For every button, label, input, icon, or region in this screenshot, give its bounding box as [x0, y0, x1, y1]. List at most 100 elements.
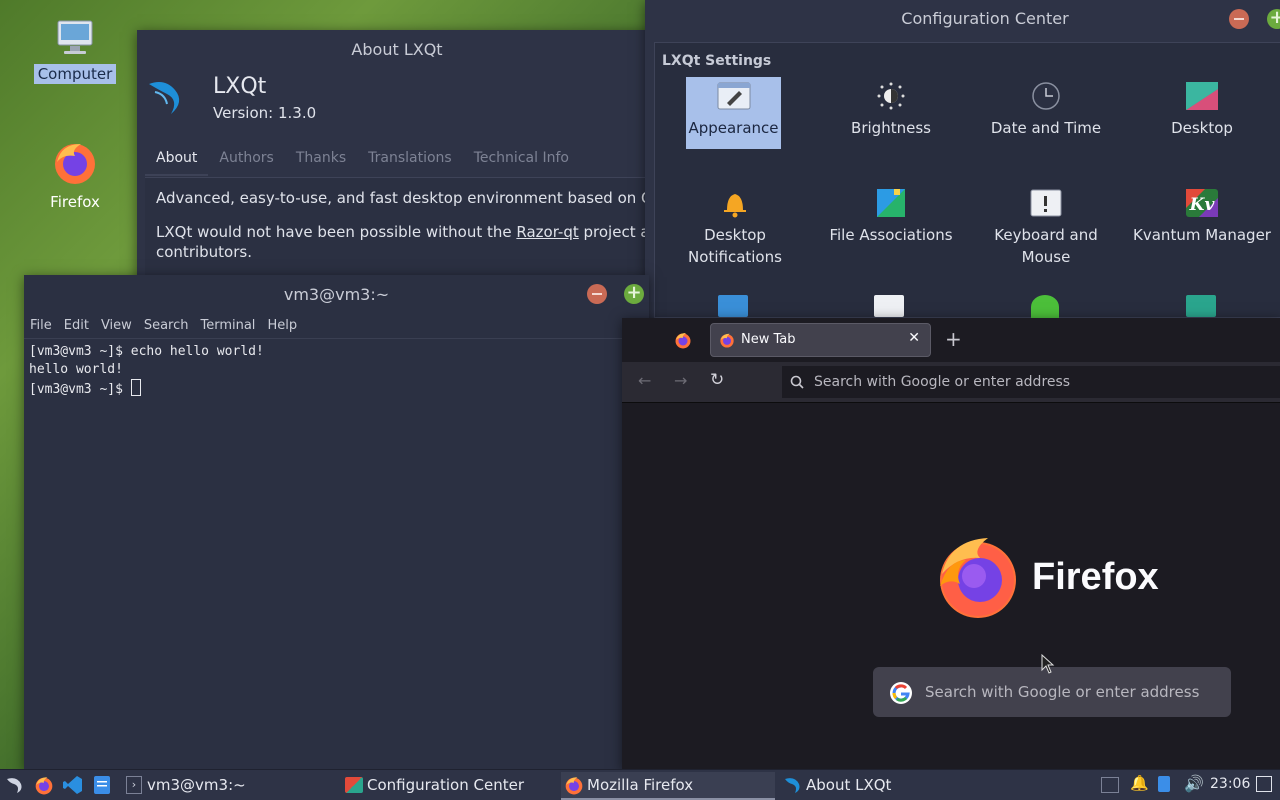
- appearance-icon: [717, 81, 751, 115]
- vscode-launcher-icon[interactable]: [63, 775, 83, 795]
- window-title: vm3@vm3:~: [283, 285, 390, 304]
- settings-item-label: Appearance: [688, 119, 779, 137]
- lxqt-icon: [785, 778, 800, 793]
- menubar: File Edit View Search Terminal Help: [24, 314, 649, 339]
- tab-translations[interactable]: Translations: [357, 142, 463, 176]
- about-credits: LXQt would not have been possible withou…: [156, 223, 657, 261]
- svg-text:Kv: Kv: [1189, 195, 1216, 215]
- menu-help[interactable]: Help: [261, 314, 303, 338]
- taskbar-task-firefox[interactable]: Mozilla Firefox: [561, 772, 775, 800]
- desktop-icon-firefox[interactable]: Firefox: [30, 138, 120, 212]
- firefox-icon: [565, 777, 583, 795]
- settings-item-brightness[interactable]: Brightness: [813, 81, 969, 139]
- new-tab-button[interactable]: +: [945, 327, 962, 351]
- settings-item-desktop-notifications[interactable]: Desktop Notifications: [657, 188, 813, 268]
- terminal-icon: ›: [126, 776, 142, 794]
- tab-authors[interactable]: Authors: [208, 142, 284, 176]
- network-icon[interactable]: [1101, 777, 1119, 793]
- taskbar-task-label: vm3@vm3:~: [147, 776, 246, 794]
- terminal-line: [vm3@vm3 ~]$ echo hello world!: [29, 344, 264, 359]
- menu-search[interactable]: Search: [138, 314, 195, 338]
- show-desktop-icon[interactable]: [1256, 776, 1272, 792]
- menu-terminal[interactable]: Terminal: [194, 314, 261, 338]
- about-content: Advanced, easy-to-use, and fast desktop …: [145, 177, 657, 290]
- minimize-button[interactable]: [587, 284, 607, 304]
- firefox-launcher-icon[interactable]: [34, 775, 54, 795]
- close-tab-icon[interactable]: ✕: [908, 330, 920, 346]
- settings-item-partial[interactable]: [1031, 295, 1059, 318]
- razor-qt-link[interactable]: Razor-qt: [516, 223, 578, 241]
- tab-thanks[interactable]: Thanks: [285, 142, 357, 176]
- taskbar-task-about-lxqt[interactable]: About LXQt: [780, 772, 1006, 798]
- settings-panel: LXQt Settings Appearance Brightness Date…: [654, 42, 1280, 318]
- search-placeholder: Search with Google or enter address: [925, 683, 1200, 701]
- keyboard-icon: [1029, 188, 1063, 222]
- firefox-logo-icon: [940, 538, 1016, 618]
- notification-bell-icon[interactable]: 🔔: [1130, 774, 1149, 792]
- settings-item-date-time[interactable]: Date and Time: [968, 81, 1124, 139]
- tab-technical-info[interactable]: Technical Info: [463, 142, 580, 176]
- about-tabs: About Authors Thanks Translations Techni…: [145, 142, 580, 176]
- clock[interactable]: 23:06: [1210, 776, 1250, 792]
- navigation-bar: ← → ↻ Search with Google or enter addres…: [622, 362, 1280, 403]
- file-manager-launcher-icon[interactable]: [93, 775, 111, 795]
- settings-item-keyboard-mouse[interactable]: Keyboard and Mouse: [968, 188, 1124, 268]
- desktop-icon: [1185, 81, 1219, 115]
- search-icon: [790, 375, 804, 389]
- address-placeholder: Search with Google or enter address: [814, 374, 1071, 390]
- reload-icon[interactable]: ↻: [710, 370, 724, 390]
- menu-edit[interactable]: Edit: [58, 314, 95, 338]
- settings-item-label: Kvantum Manager: [1133, 226, 1271, 244]
- terminal-output[interactable]: [vm3@vm3 ~]$ echo hello world! hello worl…: [29, 343, 264, 399]
- firefox-window: New Tab ✕ + ← → ↻ Search with Google or …: [622, 318, 1280, 770]
- main-menu-icon[interactable]: [5, 776, 25, 794]
- address-bar[interactable]: Search with Google or enter address: [782, 366, 1280, 398]
- settings-item-appearance[interactable]: Appearance: [686, 77, 781, 149]
- firefox-view-icon[interactable]: [674, 331, 692, 349]
- settings-item-kvantum[interactable]: Kv Kvantum Manager: [1124, 188, 1280, 246]
- tab-about[interactable]: About: [145, 142, 209, 176]
- settings-item-label: Date and Time: [990, 119, 1102, 137]
- desktop-icon-label: Computer: [33, 64, 117, 84]
- clipboard-icon[interactable]: [1158, 776, 1170, 792]
- settings-item-partial[interactable]: [874, 295, 904, 317]
- settings-item-file-associations[interactable]: File Associations: [813, 188, 969, 246]
- file-associations-icon: [874, 188, 908, 222]
- settings-item-partial[interactable]: [718, 295, 748, 317]
- brightness-icon: [874, 81, 908, 115]
- settings-item-partial[interactable]: [1186, 295, 1216, 317]
- browser-tab[interactable]: New Tab ✕: [710, 323, 931, 357]
- settings-item-desktop[interactable]: Desktop: [1124, 81, 1280, 139]
- window-title: Configuration Center: [901, 9, 1069, 28]
- maximize-button[interactable]: [624, 282, 644, 304]
- desktop-icon-computer[interactable]: Computer: [30, 18, 120, 84]
- taskbar: › vm3@vm3:~ Configuration Center Mozilla…: [0, 769, 1280, 800]
- desktop-icon-label: Firefox: [50, 193, 100, 211]
- firefox-icon: [55, 144, 95, 184]
- about-lxqt-window: About LXQt LXQt Version: 1.3.0 About Aut…: [137, 30, 657, 290]
- terminal-window: vm3@vm3:~ File Edit View Search Terminal…: [24, 275, 649, 770]
- configuration-center-window: Configuration Center LXQt Settings Appea…: [645, 0, 1280, 318]
- terminal-prompt-line: [vm3@vm3 ~]$: [29, 379, 264, 399]
- maximize-button[interactable]: [1267, 7, 1280, 29]
- terminal-cursor: [130, 379, 141, 396]
- kvantum-icon: Kv: [1185, 188, 1219, 222]
- settings-item-label: Desktop: [1171, 119, 1233, 137]
- settings-item-label: Brightness: [851, 119, 931, 137]
- configuration-center-icon: [345, 777, 363, 793]
- minimize-button[interactable]: [1229, 9, 1249, 29]
- terminal-line: hello world!: [29, 362, 123, 377]
- volume-icon[interactable]: 🔊: [1184, 774, 1204, 793]
- taskbar-task-terminal[interactable]: › vm3@vm3:~: [121, 772, 357, 798]
- settings-item-label: Desktop Notifications: [688, 226, 782, 266]
- back-arrow-icon[interactable]: ←: [638, 371, 651, 390]
- settings-item-label: Keyboard and Mouse: [994, 226, 1098, 266]
- settings-item-label: File Associations: [829, 226, 953, 244]
- tab-title: New Tab: [741, 332, 796, 347]
- menu-file[interactable]: File: [24, 314, 58, 338]
- menu-view[interactable]: View: [95, 314, 138, 338]
- forward-arrow-icon[interactable]: →: [674, 371, 687, 390]
- taskbar-task-label: Configuration Center: [367, 776, 524, 794]
- google-icon: [890, 682, 912, 704]
- taskbar-task-configuration-center[interactable]: Configuration Center: [341, 772, 577, 798]
